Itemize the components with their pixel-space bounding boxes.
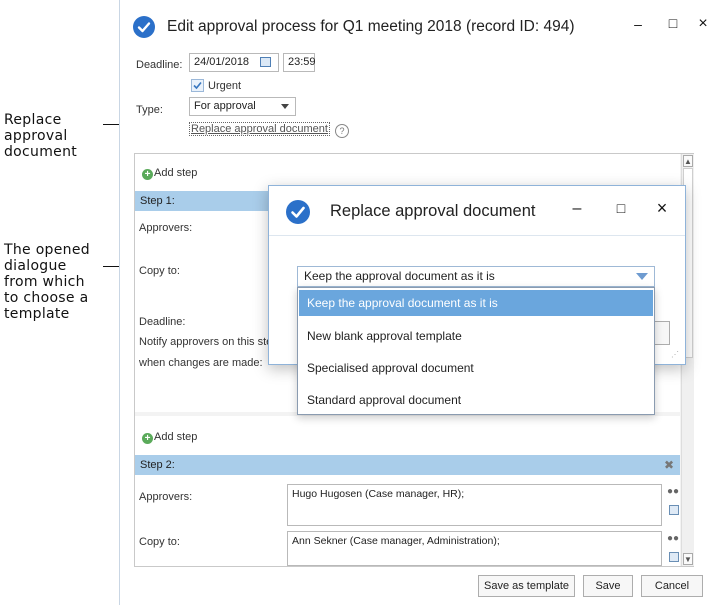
step-1-copy-to-label: Copy to: xyxy=(139,265,180,277)
replace-approval-document-link[interactable]: Replace approval document xyxy=(189,122,330,136)
dialog-divider xyxy=(269,235,685,236)
add-step-label: Add step xyxy=(154,167,198,179)
type-select[interactable]: For approval xyxy=(189,97,296,116)
dialog-ok-button-partial[interactable] xyxy=(655,321,670,345)
callout-text-line: Replace xyxy=(4,112,62,128)
step-2-copy-to-label: Copy to: xyxy=(139,536,180,548)
window-title-bar: Edit approval process for Q1 meeting 201… xyxy=(120,0,708,50)
callout-text-line: dialogue xyxy=(4,258,67,274)
step-1-notify-label: Notify approvers on this ste xyxy=(139,336,273,348)
urgent-label: Urgent xyxy=(208,80,242,92)
step-2-approvers-value: Hugo Hugosen (Case manager, HR); xyxy=(292,488,465,500)
step-2-approvers-field[interactable]: Hugo Hugosen (Case manager, HR); xyxy=(287,484,662,526)
dropdown-option[interactable]: Standard approval document xyxy=(299,387,653,413)
dropdown-option[interactable]: New blank approval template xyxy=(299,323,653,349)
deadline-time-field[interactable]: 23:59 xyxy=(283,53,316,72)
people-icon[interactable]: ●● xyxy=(667,533,679,544)
scroll-up-arrow-icon[interactable]: ▲ xyxy=(683,155,693,167)
callout-replace-approval-document: Replace approval document xyxy=(4,112,77,160)
add-icon: + xyxy=(142,433,153,444)
callout-text-line: document xyxy=(4,144,78,160)
dropdown-option[interactable]: Specialised approval document xyxy=(299,355,653,381)
maximize-button[interactable]: □ xyxy=(665,15,681,31)
approval-check-icon xyxy=(133,16,155,38)
save-button[interactable]: Save xyxy=(583,575,633,597)
close-button[interactable]: × xyxy=(695,15,708,33)
template-select-value: Keep the approval document as it is xyxy=(304,269,495,283)
add-icon: + xyxy=(142,169,153,180)
dropdown-option[interactable]: Keep the approval document as it is xyxy=(299,290,653,316)
step-2-header-label: Step 2: xyxy=(140,459,175,471)
help-icon[interactable]: ? xyxy=(335,124,349,138)
chevron-down-icon xyxy=(281,104,289,109)
chevron-down-icon xyxy=(636,273,648,280)
step-1-deadline-label: Deadline: xyxy=(139,316,186,328)
cancel-button[interactable]: Cancel xyxy=(641,575,703,597)
type-label: Type: xyxy=(136,104,163,116)
step-2-copy-to-field[interactable]: Ann Sekner (Case manager, Administration… xyxy=(287,531,662,566)
add-step-label: Add step xyxy=(154,431,198,443)
callout-text-line: from which xyxy=(4,274,85,290)
step-2-panel: + Add step Step 2: ✖ Approvers: Hugo Hugo… xyxy=(135,416,680,566)
dialog-title: Replace approval document xyxy=(330,202,536,220)
resize-grip-icon[interactable]: ⋰ xyxy=(671,350,679,359)
scroll-down-arrow-icon[interactable]: ▼ xyxy=(683,553,693,565)
template-select[interactable]: Keep the approval document as it is xyxy=(297,266,655,287)
callout-text-line: approval xyxy=(4,128,68,144)
step-2-copy-to-value: Ann Sekner (Case manager, Administration… xyxy=(292,535,500,547)
callout-text-line: template xyxy=(4,306,70,322)
deadline-label: Deadline: xyxy=(136,59,183,71)
type-select-value: For approval xyxy=(194,100,256,112)
callout-text-line: to choose a xyxy=(4,290,89,306)
calendar-icon[interactable] xyxy=(260,57,271,67)
people-icon[interactable]: ●● xyxy=(667,486,679,497)
urgent-checkbox[interactable] xyxy=(191,79,204,92)
open-link-icon[interactable] xyxy=(669,505,679,515)
step-2-approvers-label: Approvers: xyxy=(139,491,193,503)
step-2-header: Step 2: ✖ xyxy=(135,455,680,475)
step-1-approvers-label: Approvers: xyxy=(139,222,193,234)
callout-opened-dialogue: The opened dialogue from which to choose… xyxy=(4,242,90,322)
dialog-close-button[interactable]: × xyxy=(654,198,670,219)
callout-text-line: The opened xyxy=(4,242,90,258)
template-dropdown-list: Keep the approval document as it is New … xyxy=(297,287,655,415)
step-1-notify-label-2: when changes are made: xyxy=(139,357,263,369)
add-step-button[interactable]: + Add step xyxy=(142,167,197,180)
remove-step-icon[interactable]: ✖ xyxy=(664,455,674,475)
open-link-icon[interactable] xyxy=(669,552,679,562)
dialog-minimize-button[interactable]: ‒ xyxy=(569,200,585,218)
approval-check-icon xyxy=(286,200,310,224)
minimize-button[interactable]: ‒ xyxy=(630,16,646,32)
add-step-button[interactable]: + Add step xyxy=(142,431,197,444)
save-as-template-button[interactable]: Save as template xyxy=(478,575,575,597)
dialog-maximize-button[interactable]: □ xyxy=(613,200,629,216)
window-title: Edit approval process for Q1 meeting 201… xyxy=(167,18,575,35)
